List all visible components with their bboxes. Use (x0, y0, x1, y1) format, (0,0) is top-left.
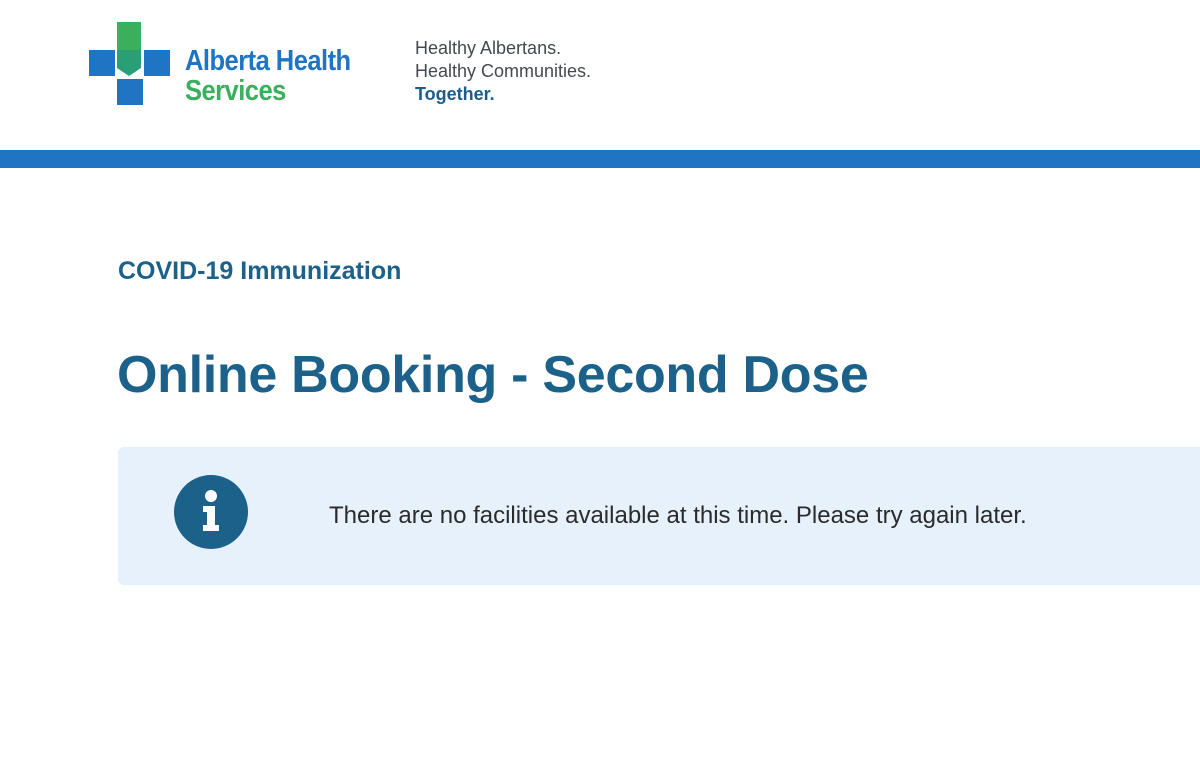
page-title: Online Booking - Second Dose (117, 346, 869, 404)
header-accent-bar (0, 150, 1200, 168)
brand-name[interactable]: Alberta Health Services (185, 46, 351, 106)
ahs-cross-logo-icon[interactable] (89, 22, 173, 106)
brand-line-1: Alberta Health (185, 45, 351, 77)
tagline-line-3: Together. (415, 84, 495, 104)
tagline-line-1: Healthy Albertans. (415, 38, 562, 58)
tagline: Healthy Albertans. Healthy Communities. … (415, 37, 591, 106)
site-header: Alberta Health Services Healthy Albertan… (0, 0, 1200, 150)
info-alert: There are no facilities available at thi… (118, 447, 1200, 585)
section-label: COVID-19 Immunization (118, 257, 402, 285)
tagline-line-2: Healthy Communities. (415, 61, 592, 81)
alert-message: There are no facilities available at thi… (329, 502, 1027, 529)
brand-line-2: Services (185, 75, 286, 107)
info-icon (174, 475, 248, 549)
